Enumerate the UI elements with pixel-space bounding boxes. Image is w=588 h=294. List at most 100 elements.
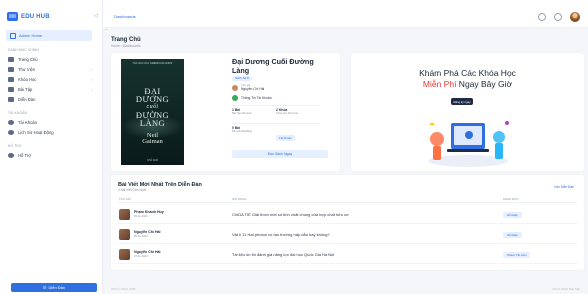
- read-now-button[interactable]: Đọc Sách Ngay: [232, 150, 328, 158]
- section-support-title: HỖ TRỢ: [8, 144, 22, 148]
- post-author: Nguyễn Chí Hải: [134, 230, 161, 234]
- sidebar-item-forum[interactable]: Diễn Đàn: [8, 95, 94, 103]
- sidebar-item-assignments[interactable]: Bài Tập ›: [8, 85, 94, 93]
- book-title: Đại Dương Cuối Đường Làng: [232, 57, 314, 75]
- avatar[interactable]: [570, 12, 580, 22]
- cover-title-line: LÀNG: [139, 118, 166, 128]
- post-content[interactable]: Vật lí 11 Hạt photon có tạo trường hấp d…: [232, 232, 330, 237]
- footer-copyright: 2024 © EDU HUB: [111, 287, 136, 291]
- sidebar-item-library[interactable]: Thư Viện ›: [8, 65, 94, 73]
- chevron-right-icon: ›: [90, 86, 92, 92]
- promo-card: Khám Phá Các Khóa Học Miễn Phí Ngay Bây …: [351, 53, 584, 171]
- assignment-icon: [8, 86, 14, 92]
- footer-privacy-link[interactable]: Chính Sách Bảo Mật: [552, 287, 580, 291]
- sidebar-item-label: Tài Khoản: [18, 119, 38, 125]
- post-category-badge[interactable]: Hỏi Đáp: [503, 212, 522, 218]
- search-icon[interactable]: [538, 13, 546, 21]
- sidebar-item-account[interactable]: Tài Khoản: [8, 118, 94, 126]
- arrow-left-icon[interactable]: →: [103, 26, 108, 32]
- sidebar-item-home[interactable]: Trang Chủ: [8, 55, 94, 63]
- stats-row-2: 0 Bài Bài Viết Đã Đăng Tài Khoản: [232, 123, 320, 144]
- stat-label: Khóa Học Đã Hoàn: [276, 112, 299, 115]
- stat-label: Bài Viết Đã Đăng: [232, 130, 252, 133]
- stat-courses: 2 Khóa Khóa Học Đã Hoàn: [276, 108, 320, 115]
- register-button[interactable]: Đăng ký ngay: [451, 98, 473, 105]
- sidebar-item-history[interactable]: Lịch Sử Hoạt Động: [8, 128, 94, 136]
- account-icon: [232, 95, 238, 101]
- account-pill[interactable]: Tài Khoản: [276, 135, 295, 141]
- course-icon: [8, 76, 14, 82]
- home-icon: [8, 56, 14, 62]
- book-uploader[interactable]: Thông Tin Tài Khoản: [232, 95, 272, 101]
- stat-exercises: 1 Bài Bài Tập Đã Hoàn: [232, 108, 276, 115]
- column-header-content: NỘI DUNG: [232, 197, 247, 201]
- admin-icon: [10, 32, 16, 39]
- admin-home-button[interactable]: Admin Home: [6, 30, 92, 41]
- section-main-title: DANH MỤC CHÍNH: [8, 48, 39, 52]
- author-avatar: [119, 249, 130, 260]
- book-author: Tác giả Nguyễn Chí Hải: [232, 84, 264, 91]
- sidebar-item-label: Bài Tập: [18, 86, 33, 92]
- post-category-badge[interactable]: Share Tài Liệu: [503, 252, 531, 258]
- book-badge: Sách Số 8: [232, 76, 252, 81]
- footer: 2024 © EDU HUB Chính Sách Bảo Mật: [103, 284, 588, 294]
- sidebar-item-support[interactable]: Hỗ Trợ: [8, 151, 94, 159]
- forum-button[interactable]: ☰ Diễn Đàn: [11, 283, 97, 292]
- help-icon: [8, 152, 14, 158]
- uploader-label: Thông Tin Tài Khoản: [241, 96, 272, 100]
- post-date: 07-11-2024: [134, 255, 148, 258]
- cover-publisher: NHÃ NAM: [146, 159, 159, 162]
- topbar: Dashboards →: [103, 0, 588, 32]
- top-icons: [538, 12, 580, 22]
- logo-icon: [7, 12, 18, 21]
- sidebar-item-label: Hỗ Trợ: [18, 152, 31, 158]
- cover-author: Neil Gaiman: [121, 132, 184, 145]
- stat-posts: 0 Bài Bài Viết Đã Đăng: [232, 126, 276, 144]
- sidebar-item-courses[interactable]: Khóa Học ›: [8, 75, 94, 83]
- table-row[interactable]: Nguyễn Chí Hải 05-11-2024 Vật lí 11 Hạt …: [118, 225, 577, 244]
- library-icon: [8, 66, 14, 72]
- author-avatar: [119, 229, 130, 240]
- table-header: TÁC GIẢ NỘI DUNG DANH MỤC: [118, 197, 577, 203]
- user-icon: [8, 119, 14, 125]
- post-date: 05-11-2024: [134, 215, 148, 218]
- promo-subheading: Miễn Phí Ngay Bây Giờ: [351, 79, 584, 89]
- sidebar: EDU HUB ◁ Admin Home DANH MỤC CHÍNH Tran…: [0, 0, 103, 294]
- forum-icon: [8, 96, 14, 102]
- post-content[interactable]: ChIDA TIẾ Giải thích một số tính chất ch…: [232, 212, 349, 217]
- author-avatar: [119, 209, 130, 220]
- promo-illustration: [428, 121, 509, 167]
- app-root: EDU HUB ◁ Admin Home DANH MỤC CHÍNH Tran…: [0, 0, 588, 294]
- breadcrumb: Home › Dashboards: [111, 44, 141, 48]
- table-row[interactable]: Phạm Khánh Huy 05-11-2024 ChIDA TIẾ Giải…: [118, 205, 577, 224]
- sidebar-item-label: Thư Viện: [18, 66, 36, 72]
- post-category-badge[interactable]: Hỏi Đáp: [503, 232, 522, 238]
- post-content[interactable]: Tài liệu ôn thi đánh giá năng lực đại họ…: [232, 252, 334, 257]
- table-row[interactable]: Nguyễn Chí Hải 07-11-2024 Tài liệu ôn th…: [118, 245, 577, 264]
- forum-button-label: Diễn Đàn: [48, 285, 66, 290]
- sidebar-item-label: Diễn Đàn: [18, 96, 36, 102]
- author-name: Nguyễn Chí Hải: [241, 87, 265, 91]
- promo-highlight: Miễn Phí: [422, 79, 457, 89]
- view-forum-link[interactable]: Vào Diễn Đàn: [554, 185, 574, 189]
- section-account-title: TÀI KHOẢN: [8, 111, 27, 115]
- post-author: Phạm Khánh Huy: [134, 210, 164, 214]
- cover-title-line: DƯƠNG: [135, 94, 170, 104]
- top-breadcrumb[interactable]: Dashboards: [114, 14, 136, 19]
- cover-title: ĐẠI DƯƠNG cuối ĐƯỜNG LÀNG: [121, 87, 184, 128]
- forum-posts-card: Bài Viết Mới Nhất Trên Diễn Đàn 3 Bài Vi…: [111, 175, 584, 270]
- posts-subtitle: 3 Bài Viết Gần Nhất: [118, 188, 147, 192]
- chevron-right-icon: ›: [90, 66, 92, 72]
- history-icon: [8, 129, 14, 135]
- stat-label: Bài Tập Đã Hoàn: [232, 112, 252, 115]
- collapse-sidebar-icon[interactable]: ◁: [94, 13, 98, 19]
- forum-button-icon: ☰: [42, 285, 47, 290]
- theme-toggle-icon[interactable]: [554, 13, 562, 21]
- sidebar-item-label: Khóa Học: [18, 76, 37, 82]
- book-cover[interactable]: TÁC GIẢ CỦA 'AMERICAN GODS' ĐẠI DƯƠNG cu…: [121, 59, 184, 165]
- promo-rest: Ngay Bây Giờ: [456, 79, 513, 89]
- column-header-author: TÁC GIẢ: [119, 197, 131, 201]
- app-name: EDU HUB: [21, 13, 50, 20]
- logo[interactable]: EDU HUB: [7, 12, 50, 21]
- featured-book-card: TÁC GIẢ CỦA 'AMERICAN GODS' ĐẠI DƯƠNG cu…: [111, 53, 340, 171]
